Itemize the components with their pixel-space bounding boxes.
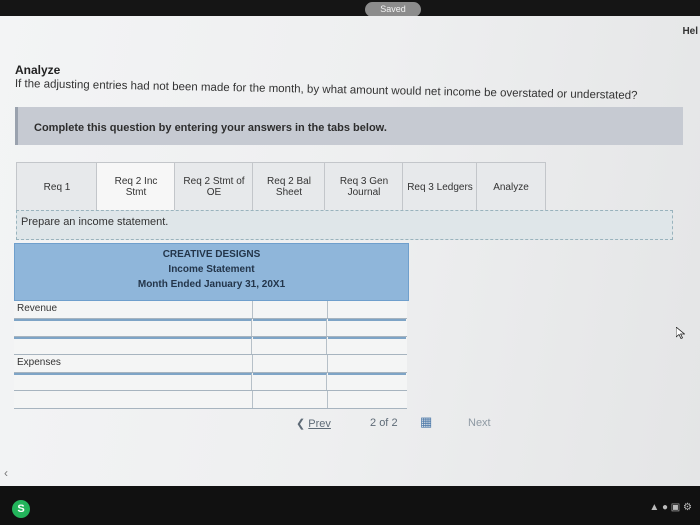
prepare-instruction-text: Prepare an income statement. (21, 216, 169, 228)
company-name: CREATIVE DESIGNS (162, 249, 261, 260)
revenue-total-row (14, 337, 407, 355)
tab-req-2-bal-sheet[interactable]: Req 2 Bal Sheet (252, 162, 326, 212)
tab-req-2-inc-stmt[interactable]: Req 2 Inc Stmt (96, 162, 176, 212)
expenses-label-row: Expenses (14, 355, 407, 373)
revenue-account-input[interactable] (14, 319, 252, 336)
tab-req-3-gen-journal[interactable]: Req 3 Gen Journal (324, 162, 404, 212)
instruction-text: Complete this question by entering your … (34, 122, 387, 134)
income-statement: CREATIVE DESIGNS Income Statement Month … (14, 243, 409, 409)
tab-analyze[interactable]: Analyze (476, 162, 546, 212)
expense-entry-row (14, 373, 407, 391)
expense-amount-input-2[interactable] (253, 391, 328, 408)
revenue-total-input[interactable] (328, 319, 406, 336)
tab-req-2-stmt-of-oe[interactable]: Req 2 Stmt of OE (174, 162, 254, 212)
expense-account-input[interactable] (14, 373, 252, 390)
taskbar (0, 486, 700, 525)
statement-title: Income Statement (168, 264, 255, 275)
mouse-cursor-icon (676, 327, 685, 339)
expense-amount-input[interactable] (253, 373, 327, 390)
revenue-label: Revenue (17, 303, 58, 314)
page-current: 2 (370, 417, 377, 429)
tab-req-3-ledgers[interactable]: Req 3 Ledgers (402, 162, 478, 212)
page-indicator: 2 of 2 (370, 417, 398, 429)
expense-total-input[interactable] (328, 373, 406, 390)
revenue-entry-row (14, 319, 407, 337)
expenses-label: Expenses (17, 357, 61, 368)
question-title: Analyze (15, 63, 61, 77)
statement-period: Month Ended January 31, 20X1 (137, 279, 286, 290)
instruction-banner: Complete this question by entering your … (15, 107, 683, 145)
chevron-left-icon: ❮ (296, 418, 306, 430)
saved-badge: Saved (365, 2, 421, 17)
prepare-instruction-bar: Prepare an income statement. (16, 210, 673, 240)
revenue-total-label-input[interactable] (14, 337, 252, 354)
app-icon[interactable]: S (12, 500, 30, 518)
expense-total-input-2[interactable] (328, 391, 406, 408)
tab-req-1[interactable]: Req 1 (16, 162, 98, 212)
help-link[interactable]: Hel (682, 26, 698, 37)
system-tray-icon[interactable]: ▲ ● ▣ ⚙ (649, 502, 692, 513)
next-button[interactable]: Next (468, 417, 491, 429)
revenue-total-sum-input[interactable] (328, 337, 406, 354)
expense-entry-row-2 (14, 391, 407, 409)
statement-header: CREATIVE DESIGNS Income Statement Month … (14, 243, 409, 301)
chevron-left-icon: ‹ (4, 466, 8, 480)
page-total: 2 (391, 417, 398, 429)
revenue-total-amount-input[interactable] (253, 337, 327, 354)
revenue-amount-input[interactable] (253, 319, 327, 336)
page-of: of (379, 417, 389, 429)
expense-account-input-2[interactable] (14, 391, 253, 408)
prev-button[interactable]: ❮ Prev (296, 417, 331, 430)
revenue-label-row: Revenue (14, 301, 407, 319)
grid-icon[interactable]: ▦ (420, 414, 432, 430)
